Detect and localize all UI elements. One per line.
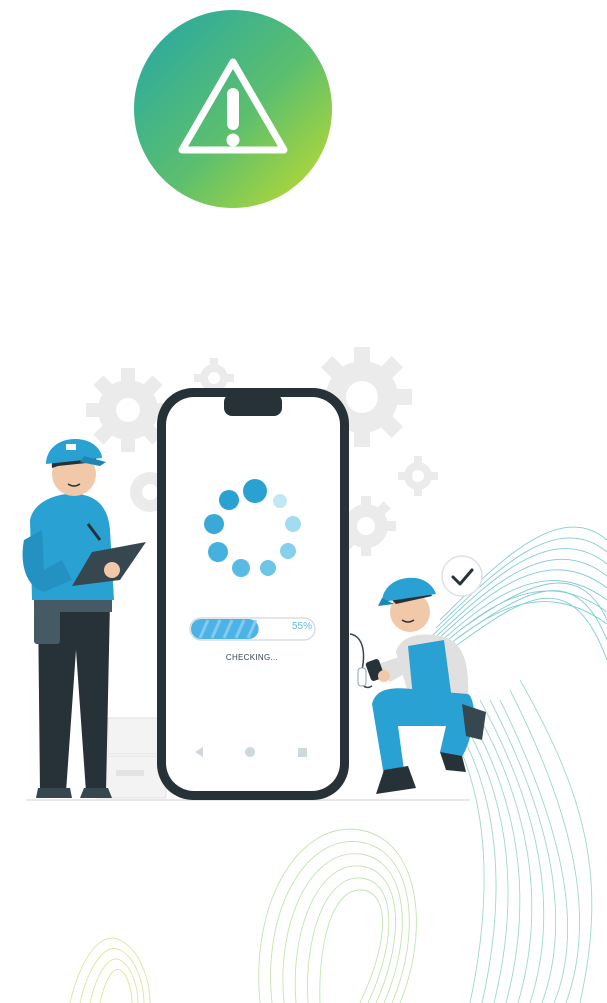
progress-status-label: CHECKING... [225, 653, 279, 662]
phone-mockup [157, 388, 349, 800]
technician-right [349, 555, 486, 794]
recent-square-icon [298, 748, 307, 757]
gear-icon [398, 456, 438, 496]
home-circle-icon [245, 747, 255, 757]
phone-notch [224, 394, 282, 416]
technicians-illustration [22, 347, 486, 801]
progress-percent-label: 55% [291, 621, 312, 632]
